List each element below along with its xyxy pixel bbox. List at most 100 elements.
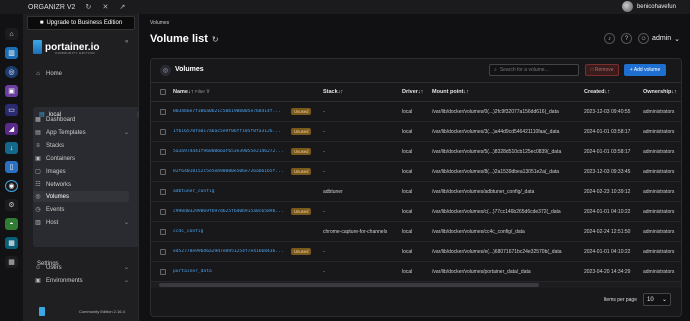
android-icon[interactable]: ◓: [5, 218, 18, 230]
device-app-icon[interactable]: ▯: [5, 161, 18, 173]
table-row[interactable]: adbtuner_config adbtuner local/var/lib/doc…: [151, 182, 681, 202]
items-per-page-select[interactable]: 10 ⌄: [643, 293, 671, 306]
chevron-down-icon: ⌄: [123, 130, 129, 136]
row-checkbox[interactable]: [160, 249, 166, 255]
chevron-down-icon: ⌄: [123, 278, 129, 284]
circle-app-icon[interactable]: ◎: [5, 66, 18, 78]
blue-app-icon[interactable]: ▦: [5, 237, 18, 249]
sidebar-item-users[interactable]: ☺ Users ⌄: [33, 262, 129, 273]
table-row[interactable]: 0034b6e7f306a0b21c50b190b005e768414f... U…: [151, 102, 681, 122]
volume-name-link[interactable]: cc4c_config: [173, 229, 313, 234]
created-cell: 2023-12-03 09:40:55: [584, 109, 631, 115]
sidebar-item-stacks[interactable]: ≡ Stacks: [33, 140, 129, 151]
close-icon[interactable]: ✕: [101, 3, 109, 11]
table-row[interactable]: 5a3a974441f9680066af653e39055e2146272...…: [151, 142, 681, 162]
column-ownership[interactable]: Ownership↓↑: [643, 89, 677, 95]
monitor-app-icon[interactable]: ◉: [5, 180, 18, 192]
row-checkbox[interactable]: [160, 169, 166, 175]
chart-app-icon[interactable]: ◢: [5, 123, 18, 135]
volume-name-link[interactable]: 5a3a974441f9680066af653e39055e2146272...: [173, 149, 285, 154]
search-input[interactable]: ⌕ Search for a volume...: [489, 64, 579, 76]
home-rail-icon[interactable]: ⌂: [5, 28, 18, 40]
ownership-cell: administrators: [643, 129, 675, 135]
sidebar-item-environments[interactable]: ▣ Environments ⌄: [33, 275, 129, 286]
row-checkbox[interactable]: [160, 229, 166, 235]
external-link-icon[interactable]: ↗: [118, 3, 126, 11]
column-mount-point[interactable]: Mount point↓↑: [432, 89, 469, 95]
add-volume-button[interactable]: + Add volume: [624, 64, 666, 76]
volume-name-link[interactable]: 0034b6e7f306a0b21c50b190b005e768414f...: [173, 109, 285, 114]
stack-cell: -: [323, 209, 325, 215]
unused-badge: Unused: [291, 128, 312, 135]
download-app-icon[interactable]: ↓: [5, 142, 18, 154]
volume-name-link[interactable]: ed52778e99bd6a29d7e0951254f7e41668436...: [173, 249, 285, 254]
images-icon: ▢: [35, 169, 41, 175]
sidebar-item-images[interactable]: ▢ Images: [33, 166, 129, 177]
column-name[interactable]: Name↓↑ Filter ∇: [173, 89, 210, 95]
templates-icon: ▤: [35, 130, 41, 136]
refresh-icon[interactable]: ↻: [212, 35, 219, 44]
driver-cell: local: [402, 229, 413, 235]
remove-button[interactable]: □ Remove: [585, 64, 619, 76]
sidebar-item-networks[interactable]: ☷ Networks: [33, 179, 129, 190]
portainer-rail-icon[interactable]: ▥: [5, 47, 18, 59]
table-row[interactable]: ed52778e99bd6a29d7e0951254f7e41668436...…: [151, 242, 681, 262]
sidebar-item-app-templates[interactable]: ▤ App Templates ⌄: [33, 127, 129, 138]
column-created[interactable]: Created↓↑: [584, 89, 610, 95]
mount-point-cell: /var/lib/docker/volumes/cc4c_config/_dat…: [432, 229, 525, 235]
stack-cell: adbtuner: [323, 189, 343, 195]
mount-point-cell: /var/lib/docker/volumes/adbtuner_config/…: [432, 189, 535, 195]
volume-name-link[interactable]: 82f64018152c5e5eb90000e506e726ab61b5f...: [173, 169, 285, 174]
table-row[interactable]: 1fb16570fa017a6ac5e9f06ff105f0fa3126... U…: [151, 122, 681, 142]
created-cell: 2024-02-24 12:51:50: [584, 229, 631, 235]
volumes-card: ◎ Volumes ⌕ Search for a volume... □ Rem…: [150, 58, 682, 317]
sidebar-item-home[interactable]: ⌂ Home: [33, 68, 129, 79]
chevron-down-icon: ⌄: [123, 220, 129, 226]
column-driver[interactable]: Driver↓↑: [402, 89, 423, 95]
filter-icon: ∇: [206, 89, 210, 94]
row-checkbox[interactable]: [160, 129, 166, 135]
user-menu[interactable]: ☺ admin ⌄: [638, 33, 680, 44]
main-content: Volumes Volume list ↻ ♪ ? ☺ admin ⌄ ◎ Vo…: [139, 14, 690, 321]
column-stack[interactable]: Stack↓↑: [323, 89, 343, 95]
table-row[interactable]: cc4c_config chrome-capture-for-channels lo…: [151, 222, 681, 242]
sidebar-item-events[interactable]: ◷ Events: [33, 204, 129, 215]
tv-app-icon[interactable]: ▭: [5, 104, 18, 116]
gear-icon[interactable]: ⚙: [5, 199, 18, 211]
sidebar-item-volumes[interactable]: ◎ Volumes: [33, 191, 129, 202]
upgrade-icon: ■: [39, 20, 44, 26]
unused-badge: Unused: [291, 148, 312, 155]
unused-badge: Unused: [291, 108, 312, 115]
user-menu[interactable]: benicohavefun: [621, 1, 676, 12]
upgrade-button[interactable]: ■ Upgrade to Business Edition: [27, 16, 135, 30]
volume-name-link[interactable]: c998d03299869fb97d625fbd0b915a0c6589b...: [173, 209, 285, 214]
table-row[interactable]: portainer_data - local/var/lib/docker/volu…: [151, 262, 681, 282]
media-app-icon[interactable]: ▣: [5, 85, 18, 97]
horizontal-scrollbar[interactable]: [151, 282, 681, 288]
help-icon[interactable]: ?: [621, 33, 633, 44]
card-header: ◎ Volumes ⌕ Search for a volume... □ Rem…: [151, 59, 681, 83]
bell-icon[interactable]: ♪: [604, 33, 616, 44]
user-icon: ☺: [638, 33, 650, 44]
volume-name-link[interactable]: 1fb16570fa017a6ac5e9f06ff105f0fa3126...: [173, 129, 285, 134]
sidebar-item-containers[interactable]: ▣ Containers: [33, 153, 129, 164]
row-checkbox[interactable]: [160, 109, 166, 115]
driver-cell: local: [402, 169, 413, 175]
row-checkbox[interactable]: [160, 149, 166, 155]
breadcrumb[interactable]: Volumes: [150, 20, 169, 26]
table-row[interactable]: 82f64018152c5e5eb90000e506e726ab61b5f...…: [151, 162, 681, 182]
volume-name-link[interactable]: portainer_data: [173, 269, 313, 274]
grid-icon[interactable]: ▦: [5, 256, 18, 268]
portainer-logo[interactable]: portainer.io COMMUNITY EDITION: [33, 40, 99, 55]
row-checkbox[interactable]: [160, 189, 166, 195]
ownership-cell: administrators: [643, 109, 675, 115]
row-checkbox[interactable]: [160, 209, 166, 215]
select-all-checkbox[interactable]: [160, 89, 166, 95]
collapse-sidebar-icon[interactable]: «: [125, 39, 128, 45]
volume-name-link[interactable]: adbtuner_config: [173, 189, 313, 194]
row-checkbox[interactable]: [160, 269, 166, 275]
sidebar-item-dashboard[interactable]: ▦ Dashboard: [33, 114, 129, 125]
sidebar-item-host[interactable]: ▥ Host ⌄: [33, 217, 129, 228]
refresh-icon[interactable]: ↻: [84, 3, 92, 11]
table-row[interactable]: c998d03299869fb97d625fbd0b915a0c6589b...…: [151, 202, 681, 222]
